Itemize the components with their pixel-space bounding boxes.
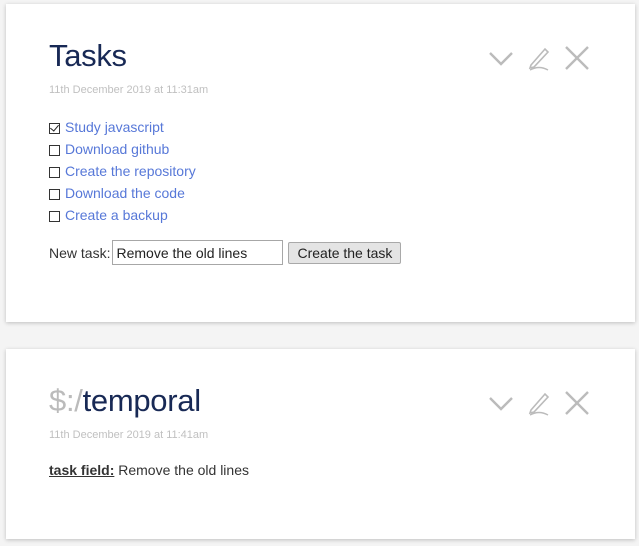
field-name: task field: bbox=[49, 462, 115, 478]
task-item: Study javascript bbox=[49, 116, 196, 138]
new-task-form: New task: Create the task bbox=[49, 240, 402, 265]
tiddler-subtitle: 11th December 2019 at 11:41am bbox=[49, 429, 209, 441]
task-checkbox[interactable] bbox=[49, 188, 60, 200]
new-task-label: New task: bbox=[49, 244, 111, 261]
task-link[interactable]: Download github bbox=[65, 141, 169, 157]
tiddler-controls bbox=[487, 389, 591, 417]
new-task-input[interactable] bbox=[112, 240, 284, 265]
task-checkbox[interactable] bbox=[49, 166, 60, 178]
title-main: temporal bbox=[82, 383, 202, 418]
done-button[interactable] bbox=[487, 389, 515, 417]
task-item: Create the repository bbox=[49, 160, 196, 182]
close-button[interactable] bbox=[563, 44, 591, 72]
edit-button[interactable] bbox=[525, 44, 553, 72]
edit-button[interactable] bbox=[525, 389, 553, 417]
close-button[interactable] bbox=[563, 389, 591, 417]
create-task-button[interactable]: Create the task bbox=[288, 241, 402, 264]
chevron-down-icon bbox=[489, 52, 513, 66]
title-prefix: $:/ bbox=[49, 383, 83, 418]
field-value: Remove the old lines bbox=[118, 462, 249, 478]
tiddler-title: Tasks bbox=[49, 38, 127, 73]
task-link[interactable]: Create a backup bbox=[65, 207, 168, 223]
tiddler-subtitle: 11th December 2019 at 11:31am bbox=[49, 84, 209, 96]
pencil-icon bbox=[528, 47, 550, 71]
tiddler-controls bbox=[487, 44, 591, 72]
task-list: Study javascript Download github Create … bbox=[49, 116, 196, 226]
task-item: Download github bbox=[49, 138, 196, 160]
chevron-down-icon bbox=[489, 397, 513, 411]
tiddler-temporal: $:/temporal 11th December 2019 at 11:41a… bbox=[6, 349, 635, 539]
task-checkbox[interactable] bbox=[49, 210, 60, 222]
tiddler-title: $:/temporal bbox=[49, 383, 201, 419]
task-link[interactable]: Download the code bbox=[65, 185, 185, 201]
tiddler-tasks: Tasks 11th December 2019 at 11:31am Stud… bbox=[6, 4, 635, 322]
task-link[interactable]: Study javascript bbox=[65, 119, 164, 135]
pencil-icon bbox=[528, 392, 550, 416]
done-button[interactable] bbox=[487, 44, 515, 72]
task-item: Create a backup bbox=[49, 204, 196, 226]
task-checkbox[interactable] bbox=[49, 122, 60, 134]
task-link[interactable]: Create the repository bbox=[65, 163, 196, 179]
task-item: Download the code bbox=[49, 182, 196, 204]
close-icon bbox=[565, 391, 589, 415]
close-icon bbox=[565, 46, 589, 70]
task-checkbox[interactable] bbox=[49, 144, 60, 156]
field-row: task field: Remove the old lines bbox=[49, 462, 249, 478]
